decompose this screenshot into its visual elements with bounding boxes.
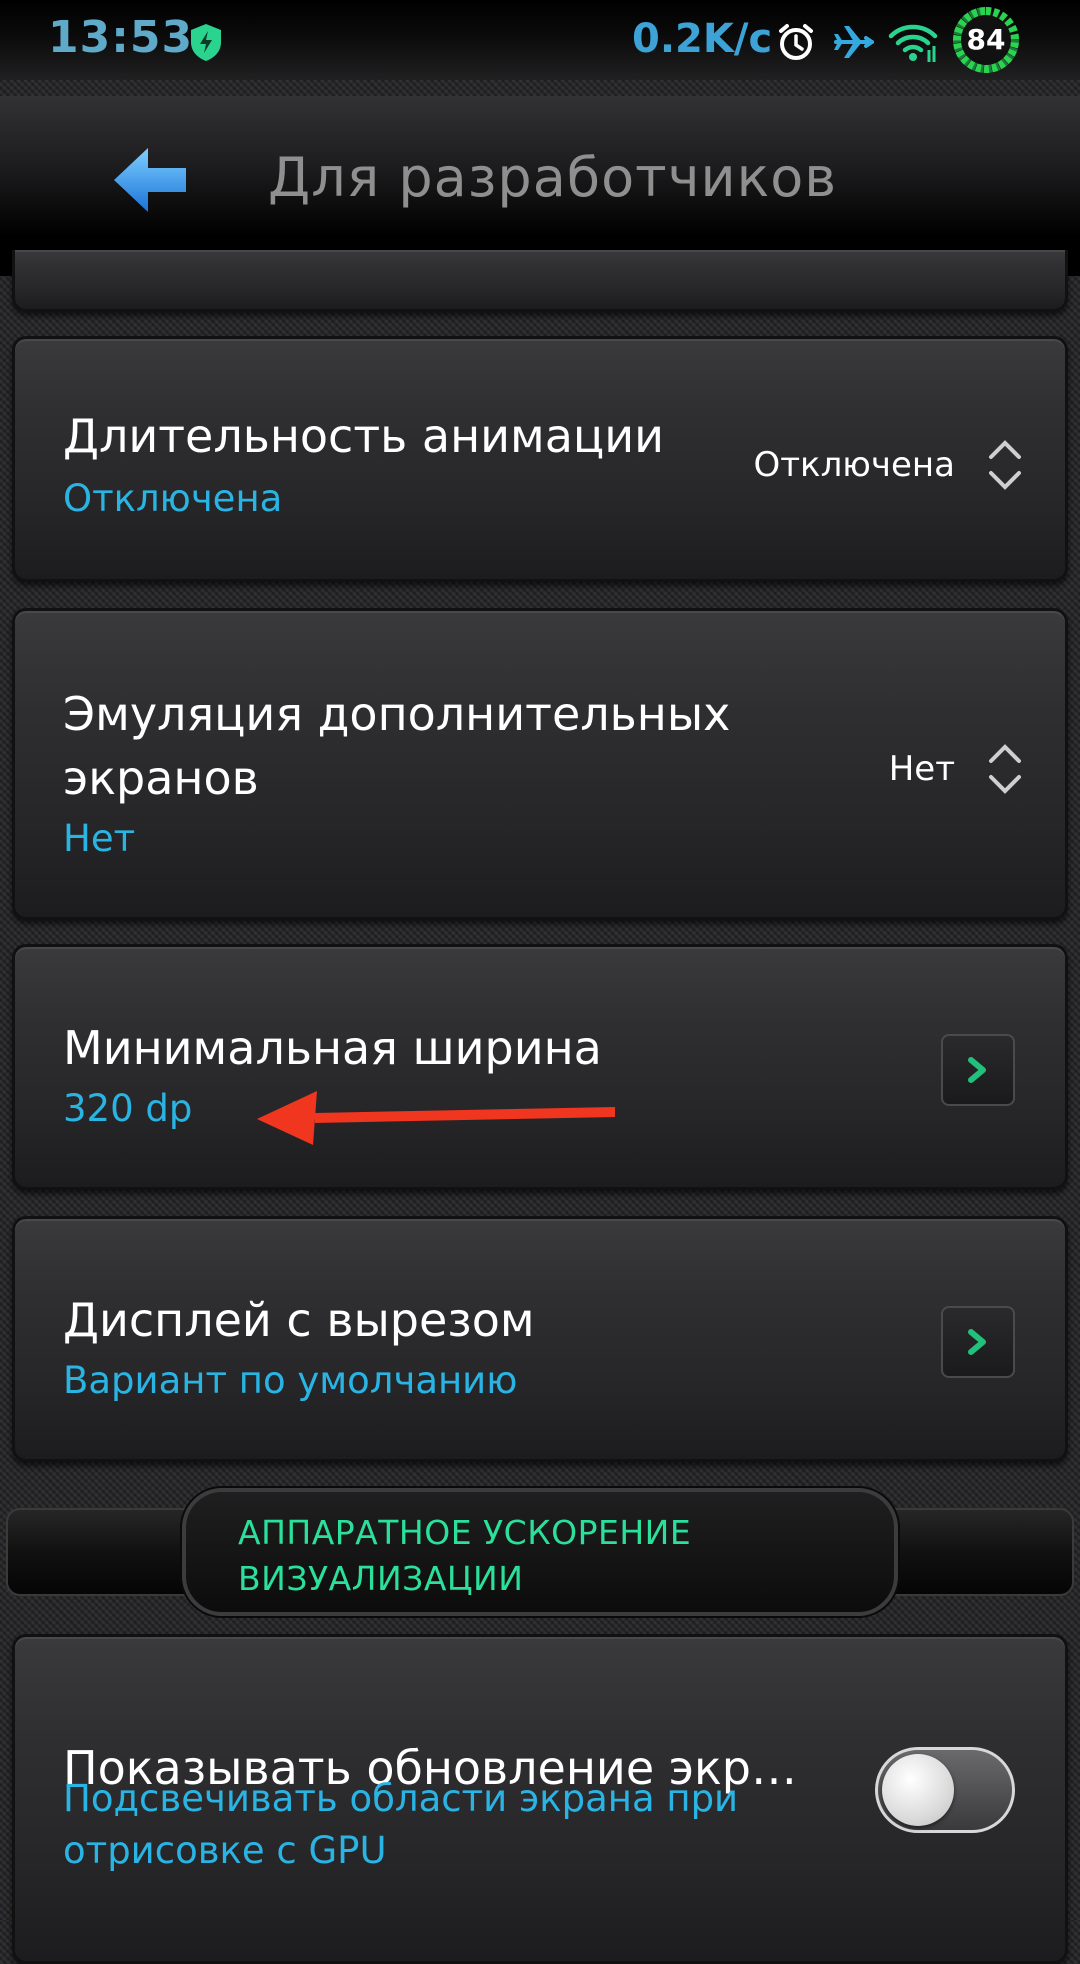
network-speed: 0.2K/c: [632, 16, 773, 62]
chevron-right-icon: [968, 1057, 986, 1083]
setting-subtitle: 320 dp: [63, 1087, 193, 1130]
updown-chevron-icon: [989, 440, 1021, 490]
section-title-line1: АППАРАТНОЕ УСКОРЕНИЕ: [238, 1513, 692, 1552]
setting-title: Длительность анимации: [63, 409, 665, 463]
navigate-button[interactable]: [941, 1306, 1015, 1378]
app-header: Для разработчиков: [0, 96, 1080, 276]
setting-smallest-width[interactable]: Минимальная ширина 320 dp: [12, 944, 1068, 1190]
chevron-right-icon: [968, 1329, 986, 1355]
setting-title: Минимальная ширина: [63, 1021, 602, 1075]
alarm-icon: [779, 24, 813, 60]
setting-title: Дисплей с вырезом: [63, 1293, 535, 1347]
status-time: 13:53: [48, 12, 194, 63]
setting-show-surface-updates[interactable]: Показывать обновление экр… Подсвечивать …: [12, 1634, 1068, 1964]
setting-title-line1: Эмуляция дополнительных: [63, 687, 731, 741]
toggle-knob: [882, 1754, 954, 1826]
back-button[interactable]: [108, 142, 192, 218]
shield-icon: [191, 24, 221, 61]
back-arrow-icon: [114, 148, 186, 212]
setting-display-cutout[interactable]: Дисплей с вырезом Вариант по умолчанию: [12, 1216, 1068, 1462]
setting-subtitle: Отключена: [63, 477, 283, 520]
surface-updates-toggle[interactable]: [875, 1747, 1015, 1833]
section-header: АППАРАТНОЕ УСКОРЕНИЕ ВИЗУАЛИЗАЦИИ: [182, 1488, 898, 1616]
updown-chevron-icon: [989, 744, 1021, 794]
setting-subtitle-line2: отрисовке с GPU: [63, 1829, 387, 1872]
setting-subtitle-line1: Подсвечивать области экрана при: [63, 1777, 739, 1820]
setting-secondary-displays[interactable]: Эмуляция дополнительных экранов Нет Нет: [12, 608, 1068, 920]
setting-title-line2: экранов: [63, 751, 259, 805]
navigate-button[interactable]: [941, 1034, 1015, 1106]
setting-subtitle: Вариант по умолчанию: [63, 1359, 518, 1402]
annotation-arrow-icon: [257, 1091, 615, 1145]
airplane-icon: [834, 26, 874, 58]
battery-indicator: 84: [952, 6, 1020, 74]
wifi-icon: [888, 24, 938, 62]
status-bar: 13:53 0.2K/c 84: [0, 0, 1080, 80]
setting-subtitle: Нет: [63, 817, 136, 860]
setting-value: Нет: [888, 749, 955, 789]
section-title-line2: ВИЗУАЛИЗАЦИИ: [238, 1559, 524, 1598]
section-title: АППАРАТНОЕ УСКОРЕНИЕ ВИЗУАЛИЗАЦИИ: [238, 1510, 798, 1602]
page-title: Для разработчиков: [268, 146, 838, 209]
settings-card-partial: [12, 250, 1068, 312]
setting-value: Отключена: [753, 445, 955, 485]
battery-level: 84: [966, 23, 1006, 56]
setting-animation-duration[interactable]: Длительность анимации Отключена Отключен…: [12, 336, 1068, 582]
